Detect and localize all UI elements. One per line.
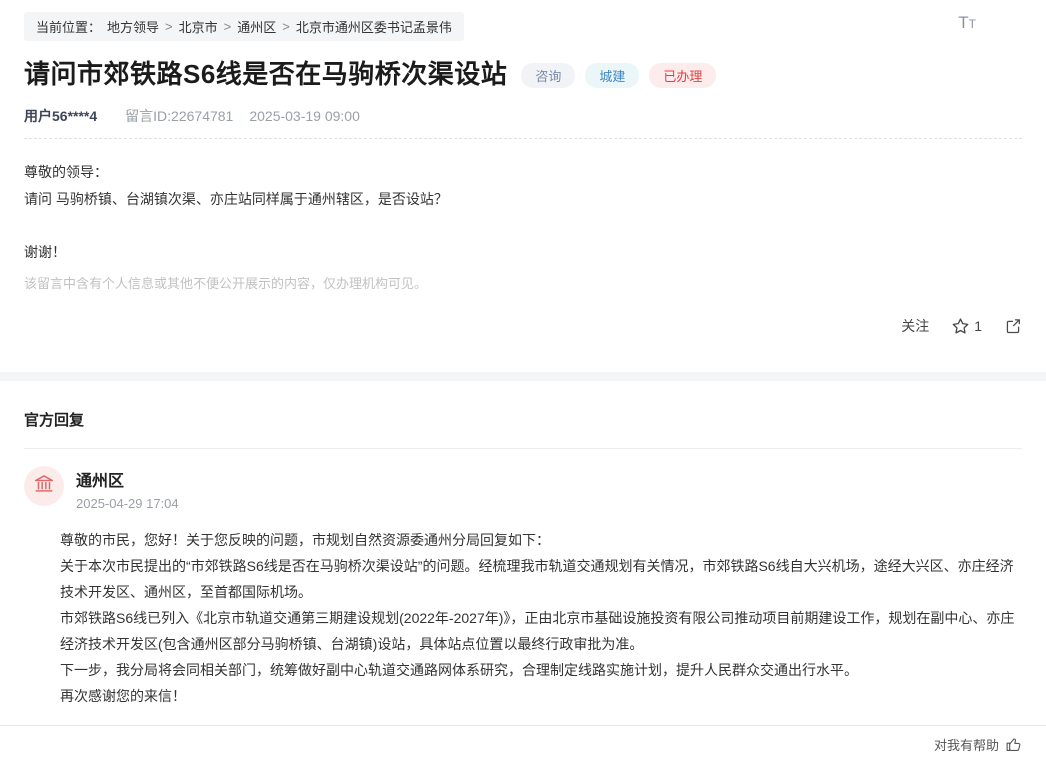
official-reply-section: 官方回复 通州区 2025-04-29 17:04	[0, 381, 1046, 782]
star-icon	[951, 317, 970, 336]
topbar: 当前位置： 地方领导 > 北京市 > 通州区 > 北京市通州区委书记孟景伟 TT	[24, 12, 1022, 41]
question-body: 尊敬的领导： 请问 马驹桥镇、台湖镇次渠、亦庄站同样属于通州辖区，是否设站？ 谢…	[24, 159, 1022, 266]
breadcrumb-separator: >	[165, 19, 173, 34]
font-size-icon-small: T	[969, 17, 976, 31]
breadcrumb-item-city[interactable]: 北京市	[179, 17, 218, 36]
question-closing: 谢谢！	[24, 239, 1022, 266]
helpful-button[interactable]: 对我有帮助	[24, 735, 1022, 782]
reply-author: 通州区	[76, 467, 179, 491]
star-count: 1	[974, 318, 982, 334]
reply-paragraph: 市郊铁路S6线已列入《北京市轨道交通第三期建设规划(2022年-2027年)》，…	[60, 605, 1022, 657]
share-icon	[1004, 317, 1022, 335]
share-button[interactable]	[1004, 317, 1022, 335]
reply-paragraph: 下一步，我分局将会同相关部门，统筹做好副中心轨道交通路网体系研究，合理制定线路实…	[60, 657, 1022, 683]
follow-button[interactable]: 关注	[901, 316, 929, 336]
breadcrumb-item-district[interactable]: 通州区	[237, 17, 276, 36]
privacy-note: 该留言中含有个人信息或其他不便公开展示的内容，仅办理机构可见。	[24, 273, 1022, 292]
star-button[interactable]: 1	[951, 317, 982, 336]
reply-body: 尊敬的市民，您好！关于您反映的问题，市规划自然资源委通州分局回复如下： 关于本次…	[60, 527, 1022, 709]
question-section: 当前位置： 地方领导 > 北京市 > 通州区 > 北京市通州区委书记孟景伟 TT…	[0, 0, 1046, 336]
section-divider-band	[0, 372, 1046, 381]
message-detail-page: 当前位置： 地方领导 > 北京市 > 通州区 > 北京市通州区委书记孟景伟 TT…	[0, 0, 1046, 782]
breadcrumb-item-platform[interactable]: 地方领导	[107, 17, 159, 36]
font-size-icon[interactable]: TT	[958, 14, 976, 32]
reply-date: 2025-04-29 17:04	[76, 496, 179, 511]
helpful-label: 对我有帮助	[934, 735, 999, 754]
message-id: 留言ID:22674781	[125, 106, 233, 126]
reply-paragraph: 再次感谢您的来信！	[60, 683, 1022, 709]
reply-divider	[24, 448, 1022, 449]
title-row: 请问市郊铁路S6线是否在马驹桥次渠设站 咨询 城建 已办理	[24, 54, 1022, 91]
reply-author-meta: 通州区 2025-04-29 17:04	[76, 466, 179, 511]
dashed-divider	[24, 138, 1022, 139]
question-salutation: 尊敬的领导：	[24, 159, 1022, 186]
breadcrumb-separator: >	[224, 19, 232, 34]
page-title: 请问市郊铁路S6线是否在马驹桥次渠设站	[24, 54, 507, 91]
government-building-icon	[33, 473, 55, 500]
status-badge: 已办理	[649, 63, 716, 88]
question-actions: 关注 1	[24, 316, 1022, 336]
reply-paragraph: 关于本次市民提出的“市郊铁路S6线是否在马驹桥次渠设站”的问题。经梳理我市轨道交…	[60, 553, 1022, 605]
question-date: 2025-03-19 09:00	[249, 108, 360, 124]
tag-list: 咨询 城建 已办理	[521, 63, 716, 88]
reply-section-title: 官方回复	[24, 409, 1022, 430]
breadcrumb-label: 当前位置：	[36, 17, 101, 36]
question-content: 请问 马驹桥镇、台湖镇次渠、亦庄站同样属于通州辖区，是否设站？	[24, 186, 1022, 213]
tag-domain: 城建	[585, 63, 639, 88]
question-meta: 用户56****4 留言ID:22674781 2025-03-19 09:00	[24, 106, 1022, 126]
reply-paragraph: 尊敬的市民，您好！关于您反映的问题，市规划自然资源委通州分局回复如下：	[60, 527, 1022, 553]
breadcrumb-item-leader[interactable]: 北京市通州区委书记孟景伟	[296, 17, 452, 36]
font-size-icon-big: T	[958, 13, 968, 32]
avatar	[24, 466, 64, 506]
breadcrumb: 当前位置： 地方领导 > 北京市 > 通州区 > 北京市通州区委书记孟景伟	[24, 12, 464, 41]
thumbs-up-icon	[1005, 736, 1022, 753]
reply-author-block: 通州区 2025-04-29 17:04	[24, 466, 1022, 511]
tag-consult: 咨询	[521, 63, 575, 88]
username: 用户56****4	[24, 106, 97, 126]
breadcrumb-separator: >	[282, 19, 290, 34]
